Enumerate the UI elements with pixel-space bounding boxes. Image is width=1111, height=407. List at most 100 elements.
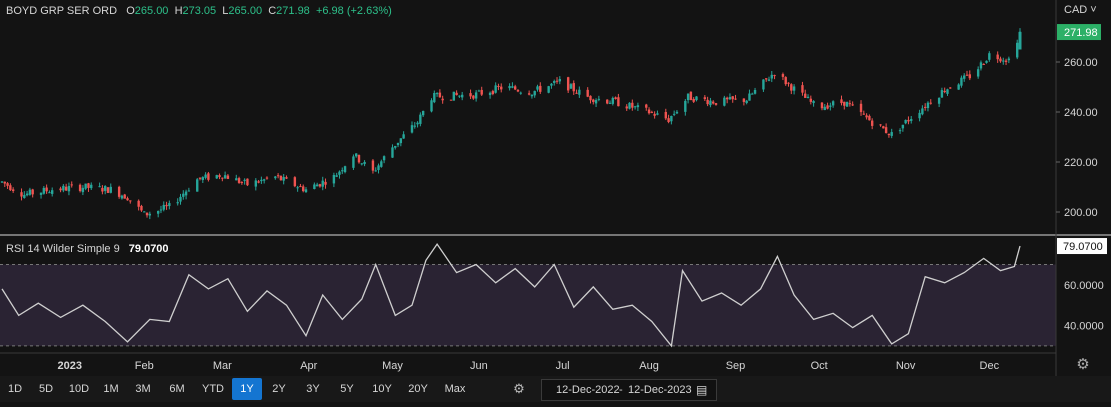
candle-body	[413, 125, 416, 127]
candle-body	[179, 196, 182, 202]
candle-body	[547, 86, 550, 93]
range-button-5y[interactable]: 5Y	[330, 378, 364, 400]
chart-stage[interactable]: 260.00 240.00 220.00 200.00 271.98 60.0000 40.…	[0, 0, 1111, 402]
ohlc-header: BOYD GRP SER ORD O265.00 H273.05 L265.00…	[6, 5, 392, 17]
candle-body	[480, 89, 483, 95]
candle-body	[555, 80, 559, 82]
candle-body	[840, 99, 843, 104]
candle-body	[589, 95, 592, 101]
candle-body	[790, 84, 793, 91]
range-button-1d[interactable]: 1D	[0, 378, 30, 400]
candle-body	[667, 118, 670, 123]
gear-icon[interactable]: ⚙	[509, 378, 529, 400]
candle-body	[823, 106, 826, 111]
candle-body	[963, 75, 966, 79]
candle-body	[734, 98, 737, 100]
range-toolbar: 1D 5D 10D 1M 3M 6M YTD 1Y 2Y 3Y 5Y 10Y 20Y Max ⚙ 12-D…	[0, 376, 1111, 402]
candle-body	[553, 81, 556, 83]
candle-body	[237, 178, 241, 183]
candle-body	[943, 90, 946, 93]
candle-body	[918, 112, 921, 119]
rsi-value: 79.0700	[128, 243, 169, 255]
candle-body	[664, 111, 667, 119]
candle-body	[921, 108, 924, 115]
candle-body	[6, 183, 9, 186]
candle-body	[725, 97, 729, 100]
range-button-1y[interactable]: 1Y	[232, 378, 262, 400]
candle-body	[477, 90, 481, 92]
candle-body	[801, 85, 804, 93]
candle-body	[820, 102, 824, 109]
candle-body	[1007, 58, 1011, 61]
candle-body	[923, 106, 927, 108]
candle-body	[723, 97, 726, 106]
candle-body	[809, 98, 813, 102]
candle-body	[472, 95, 475, 99]
chart-svg[interactable]: 260.00 240.00 220.00 200.00 271.98 60.0000 40.…	[0, 0, 1111, 402]
candle-body	[764, 78, 768, 80]
range-button-1m[interactable]: 1M	[96, 378, 126, 400]
candle-body	[363, 161, 366, 165]
range-button-ytd[interactable]: YTD	[194, 378, 232, 400]
candle-body	[516, 89, 520, 92]
candle-body	[960, 77, 963, 86]
chart-settings-icon[interactable]: ⚙	[1073, 355, 1093, 375]
candle-body	[550, 83, 553, 86]
candle-body	[650, 111, 654, 113]
range-button-10y[interactable]: 10Y	[364, 378, 400, 400]
candle-body	[123, 194, 126, 199]
close-value: 271.98	[276, 5, 310, 17]
candle-body	[126, 198, 129, 201]
candle-body	[812, 101, 815, 104]
candle-body	[1004, 60, 1008, 62]
candle-body	[321, 180, 324, 187]
range-button-3y[interactable]: 3Y	[296, 378, 330, 400]
rsi-value-tag-label: 79.0700	[1063, 241, 1103, 253]
rsi-band	[0, 264, 1056, 346]
candle-body	[198, 177, 202, 179]
candle-body	[887, 133, 891, 136]
candle-body	[868, 115, 871, 121]
candle-body	[260, 179, 263, 182]
range-button-5d[interactable]: 5D	[30, 378, 62, 400]
range-button-3m[interactable]: 3M	[126, 378, 160, 400]
candle-body	[606, 99, 609, 104]
candle-body	[246, 178, 249, 186]
candle-body	[240, 182, 244, 184]
candle-body	[636, 105, 640, 108]
range-button-6m[interactable]: 6M	[160, 378, 194, 400]
date-range-picker[interactable]: 12-Dec-2022 - 12-Dec-2023 ▤	[541, 379, 717, 401]
candle-body	[254, 180, 258, 187]
price-tick-label: 260.00	[1064, 57, 1098, 69]
candle-body	[313, 184, 316, 190]
candle-body	[117, 186, 121, 197]
x-axis-label: 2023	[58, 360, 82, 372]
candle-body	[87, 183, 90, 188]
candle-body	[223, 175, 227, 179]
range-button-2y[interactable]: 2Y	[262, 378, 296, 400]
candle-body	[996, 54, 999, 60]
candle-body	[221, 177, 224, 179]
calendar-icon[interactable]: ▤	[696, 380, 707, 400]
range-button-10d[interactable]: 10D	[62, 378, 96, 400]
candle-body	[182, 193, 185, 197]
candle-body	[862, 113, 866, 115]
currency-dropdown[interactable]: CAD ˅	[1064, 4, 1097, 16]
candle-body	[879, 124, 882, 126]
candle-body	[438, 92, 442, 98]
candle-body	[714, 103, 718, 105]
candle-body	[318, 184, 322, 187]
candle-body	[751, 93, 754, 95]
candle-body	[865, 115, 868, 118]
candle-body	[120, 195, 124, 199]
candle-body	[391, 147, 394, 158]
range-button-max[interactable]: Max	[436, 378, 474, 400]
candle-body	[513, 86, 517, 90]
candle-body	[20, 192, 23, 197]
open-label: O	[126, 5, 135, 17]
x-axis-label: Sep	[726, 360, 746, 372]
candle-body	[904, 119, 907, 124]
range-button-20y[interactable]: 20Y	[400, 378, 436, 400]
candle-body	[265, 177, 269, 179]
candle-body	[31, 189, 34, 195]
